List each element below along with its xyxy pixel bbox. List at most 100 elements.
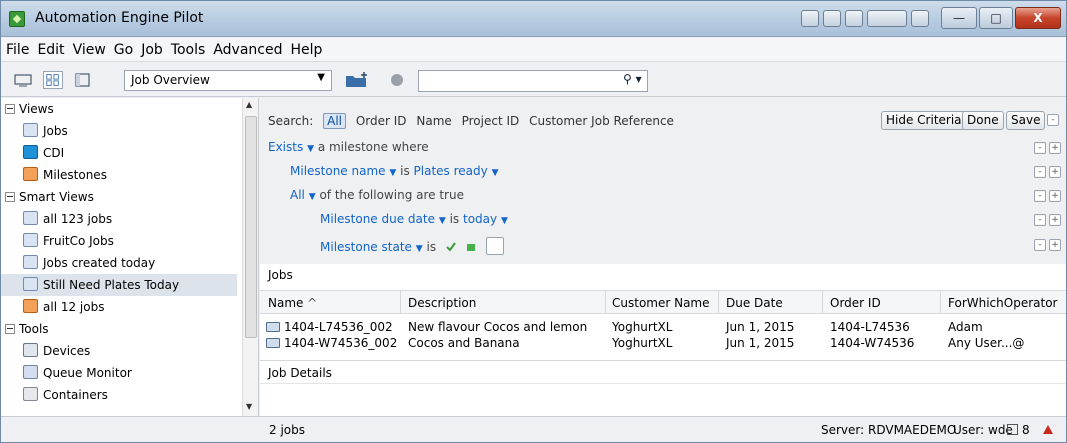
column-customer-name[interactable]: Customer Name [612,296,710,310]
state-ready-icon[interactable] [466,242,476,252]
state-done-icon[interactable] [446,242,456,252]
search-option-all[interactable]: All [323,113,346,129]
value-dropdown[interactable]: today [463,212,497,226]
search-option-project-id[interactable]: Project ID [462,114,520,128]
chevron-down-icon[interactable]: ▼ [492,168,499,178]
collapse-icon[interactable] [5,324,15,334]
state-selector[interactable] [485,237,504,255]
menu-job[interactable]: Job [136,38,166,58]
table-row[interactable]: 1404-L74536_002 New flavour Cocos and le… [260,320,1066,336]
remove-criteria-button[interactable]: - [1034,142,1046,154]
menu-edit[interactable]: Edit [32,38,67,58]
scroll-down-icon[interactable]: ▼ [246,402,252,411]
menu-file[interactable]: File [1,38,32,58]
maximize-button[interactable]: □ [979,7,1013,29]
search-option-customer-job-reference[interactable]: Customer Job Reference [529,114,674,128]
tree-item-milestones[interactable]: Milestones [23,164,107,186]
search-input[interactable]: ⚲ ▾ [418,70,648,92]
hide-criteria-button[interactable]: Hide Criteria [881,111,967,130]
tree-item-containers[interactable]: Containers [23,384,108,406]
view-selector[interactable]: Job Overview ▼ [124,70,332,91]
tray-icon-2[interactable] [823,10,841,27]
scroll-up-icon[interactable]: ▲ [246,100,252,109]
column-description[interactable]: Description [408,296,476,310]
menu-tools[interactable]: Tools [166,38,209,58]
column-divider[interactable] [718,291,719,313]
collapse-criteria-button[interactable]: - [1047,114,1059,126]
add-criteria-button[interactable]: + [1049,166,1061,178]
menu-view[interactable]: View [68,38,109,58]
remove-criteria-button[interactable]: - [1034,166,1046,178]
new-folder-icon[interactable] [344,71,370,89]
search-option-name[interactable]: Name [416,114,451,128]
column-divider[interactable] [940,291,941,313]
job-details-bar[interactable]: Job Details [260,360,1066,384]
column-divider[interactable] [605,291,606,313]
add-criteria-button[interactable]: + [1049,142,1061,154]
search-option-order-id[interactable]: Order ID [356,114,407,128]
collapse-icon[interactable] [5,104,15,114]
tree-item-devices[interactable]: Devices [23,340,90,362]
chevron-down-icon[interactable]: ▼ [307,144,314,154]
tray-icon-1[interactable] [801,10,819,27]
add-criteria-button[interactable]: + [1049,239,1061,251]
value-dropdown[interactable]: Plates ready [414,164,488,178]
chevron-down-icon[interactable]: ▼ [389,168,396,178]
done-button[interactable]: Done [962,111,1004,130]
pane-layout-icon-1[interactable] [13,71,33,89]
menu-help[interactable]: Help [285,38,325,58]
scrollbar-thumb[interactable] [245,116,257,338]
add-criteria-button[interactable]: + [1049,214,1061,226]
column-divider[interactable] [822,291,823,313]
pane-layout-icon-2[interactable] [43,71,63,89]
minimize-button[interactable]: — [941,7,977,29]
alert-flag-icon[interactable] [1042,424,1054,435]
collapse-icon[interactable] [5,192,15,202]
tree-scrollbar[interactable]: ▲ ▼ [242,98,258,416]
menu-advanced[interactable]: Advanced [208,38,285,58]
tree-item-cdi[interactable]: CDI [23,142,64,164]
column-divider[interactable] [400,291,401,313]
tray-icon-5[interactable] [911,10,929,27]
pane-layout-icon-3[interactable] [73,71,93,89]
chevron-down-icon[interactable]: ▼ [439,216,446,226]
field-dropdown[interactable]: Milestone due date [320,212,435,226]
cell-customer-name: YoghurtXL [612,336,673,350]
tree-header-smart-views[interactable]: Smart Views [5,186,94,208]
field-dropdown[interactable]: Milestone name [290,164,386,178]
tree-item-still-need-plates-today[interactable]: Still Need Plates Today [1,274,237,296]
chevron-down-icon[interactable]: ▼ [309,192,316,202]
tree-item-all-12-jobs[interactable]: all 12 jobs [23,296,104,318]
close-button[interactable]: X [1015,7,1061,29]
tray-icon-4[interactable] [867,10,907,27]
save-button[interactable]: Save [1006,111,1046,130]
remove-criteria-button[interactable]: - [1034,190,1046,202]
exists-dropdown[interactable]: Exists [268,140,303,154]
status-dot-icon[interactable] [387,71,407,89]
tree-item-jobs[interactable]: Jobs [23,120,68,142]
tree-item-jobs-created-today[interactable]: Jobs created today [23,252,155,274]
jobs-section-label: Jobs [268,268,293,282]
tree-item-fruitco-jobs[interactable]: FruitCo Jobs [23,230,114,252]
column-for-which-operator[interactable]: ForWhichOperator [948,296,1057,310]
tray-icon-3[interactable] [845,10,863,27]
remove-criteria-button[interactable]: - [1034,239,1046,251]
field-dropdown[interactable]: Milestone state [320,240,412,254]
tree-item-queue-monitor[interactable]: Queue Monitor [23,362,132,384]
search-icon[interactable]: ⚲ ▾ [623,72,642,86]
table-row[interactable]: 1404-W74536_002 Cocos and Banana Yoghurt… [260,336,1066,352]
tree-header-views[interactable]: Views [5,98,54,120]
chevron-down-icon[interactable]: ▼ [501,216,508,226]
chevron-down-icon[interactable]: ▼ [416,244,423,254]
notifications[interactable]: 8 [1007,423,1030,437]
column-order-id[interactable]: Order ID [830,296,881,310]
all-dropdown[interactable]: All [290,188,305,202]
column-due-date[interactable]: Due Date [726,296,783,310]
tree-header-tools[interactable]: Tools [5,318,49,340]
tree-item-all-123-jobs[interactable]: all 123 jobs [23,208,112,230]
add-criteria-button[interactable]: + [1049,190,1061,202]
title-bar[interactable]: Automation Engine Pilot — □ X [1,1,1066,37]
remove-criteria-button[interactable]: - [1034,214,1046,226]
menu-go[interactable]: Go [109,38,136,58]
column-name[interactable]: Name ^ [268,296,317,310]
